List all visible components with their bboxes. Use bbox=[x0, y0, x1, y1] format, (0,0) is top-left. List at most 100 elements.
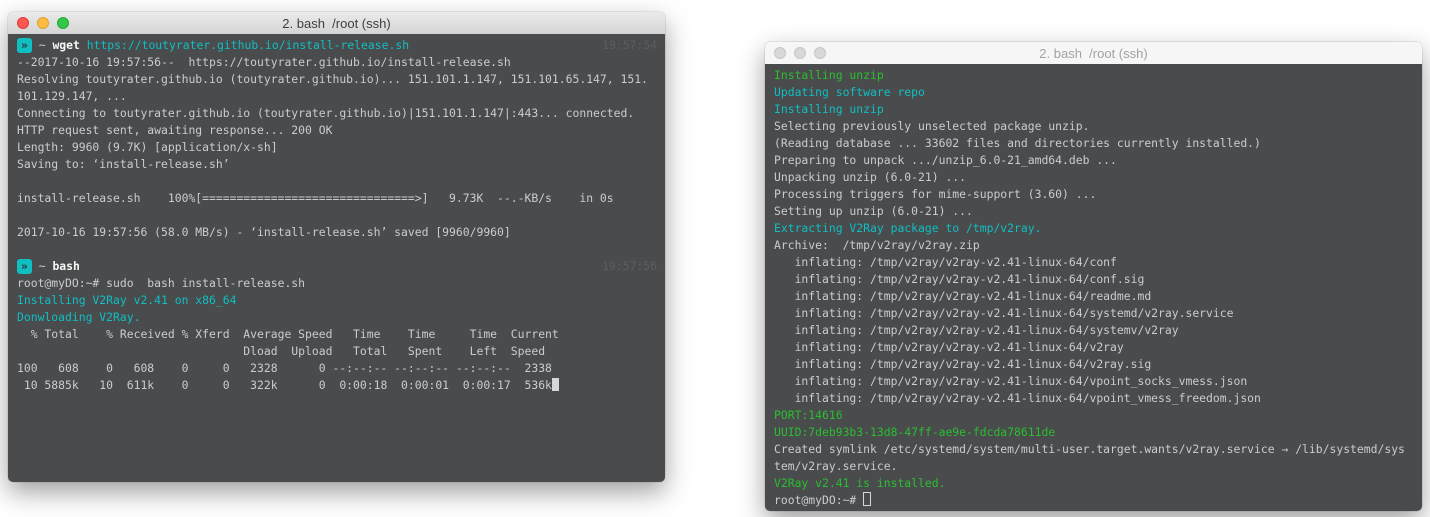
terminal-line: Archive: /tmp/v2ray/v2ray.zip bbox=[774, 237, 1422, 254]
text-segment: Installing unzip bbox=[774, 102, 884, 116]
terminal-line: Dload Upload Total Spent Left Speed bbox=[17, 343, 665, 360]
terminal-line: » ~ wget https://toutyrater.github.io/in… bbox=[17, 37, 665, 54]
window-title: 2. bash /root (ssh) bbox=[765, 46, 1422, 61]
line-text: 2017-10-16 19:57:56 (58.0 MB/s) - ‘insta… bbox=[17, 224, 511, 241]
text-segment: --2017-10-16 19:57:56-- https://toutyrat… bbox=[17, 55, 511, 69]
text-segment: Preparing to unpack .../unzip_6.0-21_amd… bbox=[774, 153, 1117, 167]
text-segment: UUID:7deb93b3-13d8-47ff-ae9e-fdcda78611d… bbox=[774, 425, 1055, 439]
line-text: Installing V2Ray v2.41 on x86_64 bbox=[17, 292, 236, 309]
terminal-line bbox=[17, 207, 665, 224]
prompt-badge-icon: » bbox=[17, 259, 32, 274]
text-segment: Dload Upload Total Spent Left Speed bbox=[17, 344, 545, 358]
terminal-line: % Total % Received % Xferd Average Speed… bbox=[17, 326, 665, 343]
line-text: PORT:14616 bbox=[774, 407, 843, 424]
line-text: --2017-10-16 19:57:56-- https://toutyrat… bbox=[17, 54, 511, 71]
line-text: Updating software repo bbox=[774, 84, 925, 101]
text-segment: Archive: /tmp/v2ray/v2ray.zip bbox=[774, 238, 980, 252]
line-text: » ~ bash bbox=[17, 258, 80, 275]
traffic-lights bbox=[17, 17, 69, 29]
terminal-line: inflating: /tmp/v2ray/v2ray-v2.41-linux-… bbox=[774, 390, 1422, 407]
window-title: 2. bash /root (ssh) bbox=[8, 16, 665, 31]
text-segment: ~ bbox=[32, 259, 53, 273]
line-text: 100 608 0 608 0 0 2328 0 --:--:-- --:--:… bbox=[17, 360, 552, 377]
terminal-line: tem/v2ray.service. bbox=[774, 458, 1422, 475]
text-segment: inflating: /tmp/v2ray/v2ray-v2.41-linux-… bbox=[774, 323, 1179, 337]
terminal-line: Connecting to toutyrater.github.io (tout… bbox=[17, 105, 665, 122]
terminal-cursor bbox=[552, 378, 559, 391]
text-segment: root@myDO:~# sudo bash install-release.s… bbox=[17, 276, 305, 290]
text-segment: Created symlink /etc/systemd/system/mult… bbox=[774, 442, 1405, 456]
terminal-line: UUID:7deb93b3-13d8-47ff-ae9e-fdcda78611d… bbox=[774, 424, 1422, 441]
terminal-window-active: 2. bash /root (ssh) » ~ wget https://tou… bbox=[8, 12, 665, 482]
text-segment: bash bbox=[52, 259, 79, 273]
text-segment: install-release.sh 100%[================… bbox=[17, 191, 614, 205]
line-text: Unpacking unzip (6.0-21) ... bbox=[774, 169, 966, 186]
terminal-line: Unpacking unzip (6.0-21) ... bbox=[774, 169, 1422, 186]
text-segment: inflating: /tmp/v2ray/v2ray-v2.41-linux-… bbox=[774, 391, 1261, 405]
line-text: Resolving toutyrater.github.io (toutyrat… bbox=[17, 71, 648, 88]
text-segment: Updating software repo bbox=[774, 85, 925, 99]
terminal-line bbox=[17, 173, 665, 190]
line-text: inflating: /tmp/v2ray/v2ray-v2.41-linux-… bbox=[774, 356, 1151, 373]
text-segment: inflating: /tmp/v2ray/v2ray-v2.41-linux-… bbox=[774, 272, 1144, 286]
text-segment: Unpacking unzip (6.0-21) ... bbox=[774, 170, 966, 184]
terminal-line: Donwloading V2Ray. bbox=[17, 309, 665, 326]
text-segment: root@myDO:~# bbox=[774, 493, 863, 507]
text-segment: Setting up unzip (6.0-21) ... bbox=[774, 204, 973, 218]
titlebar[interactable]: 2. bash /root (ssh) bbox=[765, 42, 1422, 65]
zoom-button[interactable] bbox=[814, 47, 826, 59]
line-text: » ~ wget https://toutyrater.github.io/in… bbox=[17, 37, 409, 54]
terminal-line: Installing V2Ray v2.41 on x86_64 bbox=[17, 292, 665, 309]
text-segment: https://toutyrater.github.io/install-rel… bbox=[87, 38, 409, 52]
line-text: Preparing to unpack .../unzip_6.0-21_amd… bbox=[774, 152, 1117, 169]
line-text: HTTP request sent, awaiting response... … bbox=[17, 122, 332, 139]
terminal-line: Updating software repo bbox=[774, 84, 1422, 101]
terminal-line: Preparing to unpack .../unzip_6.0-21_amd… bbox=[774, 152, 1422, 169]
line-text: Length: 9960 (9.7K) [application/x-sh] bbox=[17, 139, 278, 156]
close-button[interactable] bbox=[774, 47, 786, 59]
minimize-button[interactable] bbox=[794, 47, 806, 59]
line-text: Connecting to toutyrater.github.io (tout… bbox=[17, 105, 634, 122]
terminal-output[interactable]: Installing unzip Updating software repo In… bbox=[765, 64, 1422, 511]
prompt-badge-icon: » bbox=[17, 38, 32, 53]
text-segment: inflating: /tmp/v2ray/v2ray-v2.41-linux-… bbox=[774, 289, 1151, 303]
line-text: 101.129.147, ... bbox=[17, 88, 127, 105]
terminal-line: (Reading database ... 33602 files and di… bbox=[774, 135, 1422, 152]
line-text: 10 5885k 10 611k 0 0 322k 0 0:00:18 0:00… bbox=[17, 377, 559, 394]
line-text: root@myDO:~# sudo bash install-release.s… bbox=[17, 275, 305, 292]
terminal-line: Setting up unzip (6.0-21) ... bbox=[774, 203, 1422, 220]
terminal-line: Processing triggers for mime-support (3.… bbox=[774, 186, 1422, 203]
terminal-line: 2017-10-16 19:57:56 (58.0 MB/s) - ‘insta… bbox=[17, 224, 665, 241]
terminal-line: Created symlink /etc/systemd/system/mult… bbox=[774, 441, 1422, 458]
minimize-button[interactable] bbox=[37, 17, 49, 29]
line-text: (Reading database ... 33602 files and di… bbox=[774, 135, 1261, 152]
close-button[interactable] bbox=[17, 17, 29, 29]
line-text: Installing unzip bbox=[774, 101, 884, 118]
terminal-line: Installing unzip bbox=[774, 101, 1422, 118]
text-segment: Connecting to toutyrater.github.io (tout… bbox=[17, 106, 634, 120]
text-segment: Extracting V2Ray package to /tmp/v2ray. bbox=[774, 221, 1041, 235]
terminal-line: inflating: /tmp/v2ray/v2ray-v2.41-linux-… bbox=[774, 339, 1422, 356]
terminal-line: 101.129.147, ... bbox=[17, 88, 665, 105]
terminal-line: inflating: /tmp/v2ray/v2ray-v2.41-linux-… bbox=[774, 254, 1422, 271]
text-segment: tem/v2ray.service. bbox=[774, 459, 897, 473]
zoom-button[interactable] bbox=[57, 17, 69, 29]
terminal-line: install-release.sh 100%[================… bbox=[17, 190, 665, 207]
terminal-output[interactable]: » ~ wget https://toutyrater.github.io/in… bbox=[8, 34, 665, 482]
text-segment: Resolving toutyrater.github.io (toutyrat… bbox=[17, 72, 648, 86]
line-text: inflating: /tmp/v2ray/v2ray-v2.41-linux-… bbox=[774, 339, 1124, 356]
line-text: Saving to: ‘install-release.sh’ bbox=[17, 156, 230, 173]
titlebar[interactable]: 2. bash /root (ssh) bbox=[8, 12, 665, 35]
line-text: root@myDO:~# bbox=[774, 492, 871, 509]
text-segment: Installing unzip bbox=[774, 68, 884, 82]
line-text: Donwloading V2Ray. bbox=[17, 309, 140, 326]
line-text: Setting up unzip (6.0-21) ... bbox=[774, 203, 973, 220]
line-text: Extracting V2Ray package to /tmp/v2ray. bbox=[774, 220, 1041, 237]
line-text: inflating: /tmp/v2ray/v2ray-v2.41-linux-… bbox=[774, 271, 1144, 288]
terminal-line: » ~ bash19:57:56 bbox=[17, 258, 665, 275]
line-text: inflating: /tmp/v2ray/v2ray-v2.41-linux-… bbox=[774, 373, 1247, 390]
line-text: Processing triggers for mime-support (3.… bbox=[774, 186, 1096, 203]
terminal-line: Saving to: ‘install-release.sh’ bbox=[17, 156, 665, 173]
terminal-line: 100 608 0 608 0 0 2328 0 --:--:-- --:--:… bbox=[17, 360, 665, 377]
traffic-lights bbox=[774, 47, 826, 59]
